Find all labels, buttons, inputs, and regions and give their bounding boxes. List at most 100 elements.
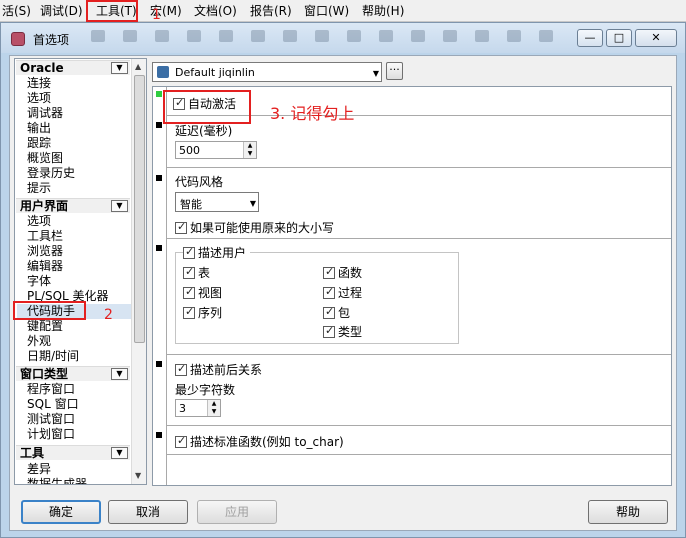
checkbox-checked-icon — [183, 285, 195, 299]
tree-section-oracle[interactable]: Oracle ▼ — [16, 60, 130, 75]
section-marker — [156, 432, 162, 438]
menu-item-window[interactable]: 窗口(W) — [304, 4, 349, 18]
tree-item-fonts[interactable]: 字体 — [27, 274, 51, 289]
tree-item-hints[interactable]: 提示 — [27, 181, 51, 196]
checkbox-checked-icon — [183, 265, 195, 279]
tree-section-window-types[interactable]: 窗口类型 ▼ — [16, 366, 130, 381]
menu-item-session[interactable]: 活(S) — [2, 4, 31, 18]
close-button[interactable]: ✕ — [635, 29, 677, 47]
tree-item-trace[interactable]: 跟踪 — [27, 136, 51, 151]
tree-item-diff[interactable]: 差异 — [27, 462, 51, 477]
chevron-down-icon[interactable]: ▼ — [111, 200, 128, 212]
tree-item-key-config[interactable]: 键配置 — [27, 319, 63, 334]
menu-item-help[interactable]: 帮助(H) — [362, 4, 404, 18]
spin-up-icon[interactable]: ▲ — [243, 142, 256, 150]
section-marker — [156, 91, 162, 97]
checkbox-checked-icon — [323, 265, 335, 279]
object-view-checkbox[interactable]: 视图 — [183, 284, 222, 301]
section-marker — [156, 122, 162, 128]
tree-item-output[interactable]: 输出 — [27, 121, 51, 136]
delay-label: 延迟(毫秒) — [175, 124, 233, 138]
maximize-button[interactable]: □ — [606, 29, 632, 47]
dialog-titlebar: 首选项 — □ ✕ — [1, 23, 685, 53]
apply-button: 应用 — [197, 500, 277, 524]
tree-item-program-window[interactable]: 程序窗口 — [27, 382, 75, 397]
tree-section-label: 窗口类型 — [20, 367, 69, 381]
menu-item-document[interactable]: 文档(O) — [194, 4, 237, 18]
cancel-button[interactable]: 取消 — [108, 500, 188, 524]
tree-item-datetime[interactable]: 日期/时间 — [27, 349, 79, 364]
object-sequence-checkbox[interactable]: 序列 — [183, 304, 222, 321]
describe-context-checkbox[interactable]: 描述前后关系 — [175, 361, 262, 378]
tree-scrollbar[interactable]: ▲ ▼ — [131, 59, 146, 484]
tree-item-ui-options[interactable]: 选项 — [27, 214, 51, 229]
tree-item-data-generator[interactable]: 数据生成器 — [27, 477, 87, 484]
object-type-checkbox[interactable]: 类型 — [323, 323, 362, 340]
spin-down-icon[interactable]: ▼ — [243, 150, 256, 158]
checkbox-checked-icon — [183, 305, 195, 319]
minimize-button[interactable]: — — [577, 29, 603, 47]
spin-down-icon[interactable]: ▼ — [207, 408, 220, 416]
tree-section-tools[interactable]: 工具 ▼ — [16, 445, 130, 460]
object-table-checkbox[interactable]: 表 — [183, 264, 210, 281]
chevron-down-icon: ▼ — [372, 69, 379, 78]
profile-icon — [157, 66, 169, 78]
scroll-up-icon[interactable]: ▲ — [135, 62, 141, 71]
min-chars-label: 最少字符数 — [175, 383, 236, 397]
chevron-down-icon[interactable]: ▼ — [111, 368, 128, 380]
tree-item-toolbar[interactable]: 工具栏 — [27, 229, 63, 244]
tree-item-editor[interactable]: 编辑器 — [27, 259, 63, 274]
database-icon — [11, 32, 25, 46]
profile-select[interactable]: Default jiqinlin ▼ — [152, 62, 382, 82]
tree-item-appearance[interactable]: 外观 — [27, 334, 51, 349]
code-style-label: 代码风格 — [175, 175, 224, 189]
checkbox-checked-icon — [323, 324, 335, 338]
settings-panel: 自动激活 延迟(毫秒) 500 ▲ ▼ 代码风格 智能 ▼ 如果可能使用原来的大… — [152, 86, 672, 486]
chevron-down-icon[interactable]: ▼ — [111, 447, 128, 459]
keep-case-checkbox[interactable]: 如果可能使用原来的大小写 — [175, 219, 334, 236]
tree-item-options[interactable]: 选项 — [27, 91, 51, 106]
tree-item-debugger[interactable]: 调试器 — [27, 106, 63, 121]
annotation-box-code-assistant — [13, 301, 86, 320]
checkbox-checked-icon — [175, 220, 187, 234]
category-tree: Oracle ▼ 连接 选项 调试器 输出 跟踪 概览图 登录历史 提示 用户界… — [14, 58, 147, 485]
checkbox-checked-icon — [175, 362, 187, 376]
scroll-down-icon[interactable]: ▼ — [135, 471, 141, 480]
delay-spinner[interactable]: 500 ▲ ▼ — [175, 141, 257, 159]
section-marker — [156, 361, 162, 367]
tree-item-browser[interactable]: 浏览器 — [27, 244, 63, 259]
menu-item-report[interactable]: 报告(R) — [250, 4, 292, 18]
min-chars-spinner[interactable]: 3 ▲ ▼ — [175, 399, 221, 417]
tree-item-test-window[interactable]: 测试窗口 — [27, 412, 75, 427]
help-button[interactable]: 帮助 — [588, 500, 668, 524]
tree-item-logon-history[interactable]: 登录历史 — [27, 166, 75, 181]
tree-section-label: 工具 — [20, 446, 45, 460]
checkbox-checked-icon — [323, 285, 335, 299]
checkbox-checked-icon — [175, 434, 187, 448]
object-procedure-checkbox[interactable]: 过程 — [323, 284, 362, 301]
section-marker — [156, 175, 162, 181]
code-style-select[interactable]: 智能 ▼ — [175, 192, 259, 212]
tree-item-overview[interactable]: 概览图 — [27, 151, 63, 166]
annotation-box-auto-activate — [163, 90, 251, 124]
annotation-step-1: 1 — [152, 7, 161, 23]
tree-item-plan-window[interactable]: 计划窗口 — [27, 427, 75, 442]
spin-up-icon[interactable]: ▲ — [207, 400, 220, 408]
tree-item-connect[interactable]: 连接 — [27, 76, 51, 91]
ok-button[interactable]: 确定 — [21, 500, 101, 524]
describe-std-functions-checkbox[interactable]: 描述标准函数(例如 to_char) — [175, 433, 344, 450]
section-marker — [156, 245, 162, 251]
profile-more-button[interactable]: ··· — [386, 62, 403, 80]
menu-item-debug[interactable]: 调试(D) — [40, 4, 83, 18]
describe-users-checkbox[interactable]: 描述用户 — [183, 244, 251, 261]
chevron-down-icon: ▼ — [249, 199, 256, 208]
scrollbar-thumb[interactable] — [134, 75, 145, 343]
tree-section-user-interface[interactable]: 用户界面 ▼ — [16, 198, 130, 213]
tree-item-sql-window[interactable]: SQL 窗口 — [27, 397, 79, 412]
object-function-checkbox[interactable]: 函数 — [323, 264, 362, 281]
annotation-box-tools-menu — [86, 0, 138, 22]
chevron-down-icon[interactable]: ▼ — [111, 62, 128, 74]
annotation-step-2: 2 — [104, 307, 113, 323]
dialog-client-area: Oracle ▼ 连接 选项 调试器 输出 跟踪 概览图 登录历史 提示 用户界… — [9, 55, 677, 531]
object-package-checkbox[interactable]: 包 — [323, 304, 350, 321]
